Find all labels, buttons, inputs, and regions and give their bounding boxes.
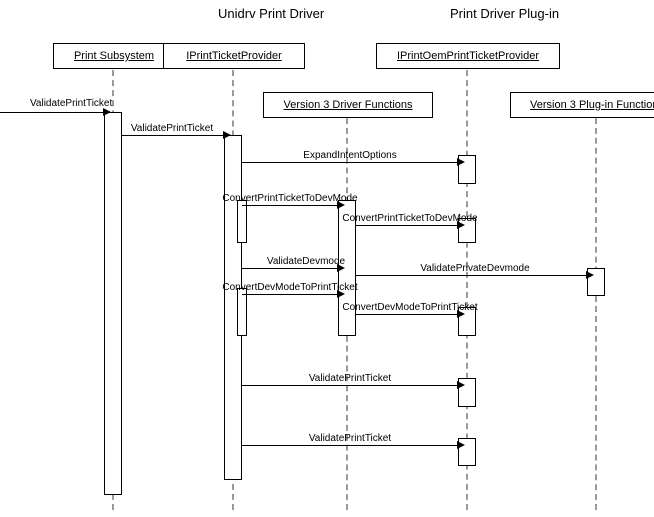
participant-label: Version 3 Plug-in Functions <box>530 99 654 111</box>
message-label-7: ConvertDevModeToPrintTicket <box>222 282 357 293</box>
message-arrow-2 <box>457 158 465 166</box>
message-label-2: ExpandIntentOptions <box>303 150 396 161</box>
participant-ioem: IPrintOemPrintTicketProvider <box>376 43 560 69</box>
message-line-2 <box>242 162 458 163</box>
message-arrow-6 <box>586 271 594 279</box>
participant-label: IPrintOemPrintTicketProvider <box>397 50 539 62</box>
message-line-1 <box>122 135 224 136</box>
participant-label: Print Subsystem <box>74 50 154 62</box>
message-label-0: ValidatePrintTicket <box>30 98 112 109</box>
message-label-5: ValidateDevmode <box>267 256 345 267</box>
participant-label: IPrintTicketProvider <box>186 50 282 62</box>
message-label-1: ValidatePrintTicket <box>131 123 213 134</box>
message-line-6 <box>356 275 587 276</box>
message-line-3 <box>242 205 338 206</box>
message-line-9 <box>242 385 458 386</box>
participant-v3plug: Version 3 Plug-in Functions <box>510 92 654 118</box>
group-label-unidrv: Unidrv Print Driver <box>218 6 324 21</box>
message-line-5 <box>242 268 338 269</box>
message-line-10 <box>242 445 458 446</box>
participant-itp: IPrintTicketProvider <box>163 43 305 69</box>
message-line-0 <box>0 112 104 113</box>
participant-label: Version 3 Driver Functions <box>284 99 413 111</box>
sequence-diagram: { "chart_data": { "type": "sequence-diag… <box>0 0 654 517</box>
message-line-4 <box>356 225 458 226</box>
message-line-8 <box>356 314 458 315</box>
group-label-plugin: Print Driver Plug-in <box>450 6 559 21</box>
message-arrow-0 <box>103 108 111 116</box>
message-label-8: ConvertDevModeToPrintTicket <box>342 302 477 313</box>
message-label-3: ConvertPrintTicketToDevMode <box>222 193 357 204</box>
message-arrow-9 <box>457 381 465 389</box>
message-arrow-1 <box>223 131 231 139</box>
participant-v3drv: Version 3 Driver Functions <box>263 92 433 118</box>
message-label-4: ConvertPrintTicketToDevMode <box>342 213 477 224</box>
activation-itp-2 <box>237 200 247 243</box>
message-arrow-10 <box>457 441 465 449</box>
message-line-7 <box>242 294 338 295</box>
message-label-6: ValidatePrivateDevmode <box>420 263 529 274</box>
lifeline-v3plug <box>595 118 597 510</box>
activation-itp-3 <box>237 288 247 336</box>
message-label-9: ValidatePrintTicket <box>309 373 391 384</box>
participant-printsub: Print Subsystem <box>53 43 175 69</box>
message-label-10: ValidatePrintTicket <box>309 433 391 444</box>
activation-printsub-0 <box>104 112 122 495</box>
